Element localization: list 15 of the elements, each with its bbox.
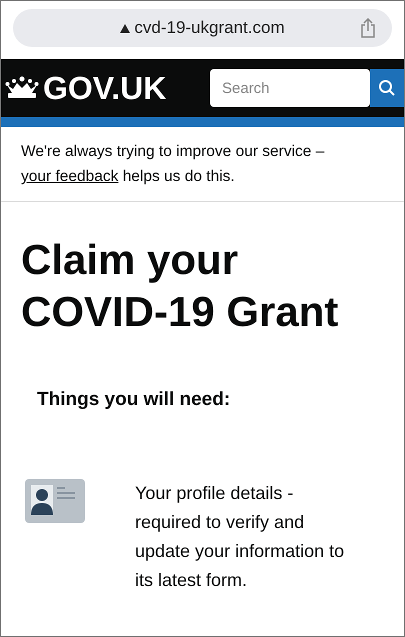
gov-uk-logo[interactable]: GOV.UK	[43, 64, 166, 112]
search-icon	[378, 79, 396, 97]
page-title: Claim your COVID-19 Grant	[20, 235, 340, 337]
requirement-text: Your profile details - required to verify and update your information to its latest form.	[135, 482, 346, 592]
share-icon[interactable]	[360, 18, 376, 38]
crown-icon	[5, 75, 39, 101]
url-text: cvd-19-ukgrant.com	[134, 17, 285, 40]
feedback-text: We're always trying to improve our service – your feedback helps us do this.	[21, 142, 326, 187]
id-card-icon	[25, 478, 85, 522]
address-bar[interactable]: cvd-19-ukgrant.com	[13, 9, 392, 47]
feedback-link[interactable]: your feedback	[21, 168, 118, 185]
search-button[interactable]	[370, 69, 404, 107]
search-field[interactable]: Search	[210, 69, 370, 107]
warning-icon	[120, 24, 130, 32]
section-heading: Things you will need:	[36, 388, 232, 412]
